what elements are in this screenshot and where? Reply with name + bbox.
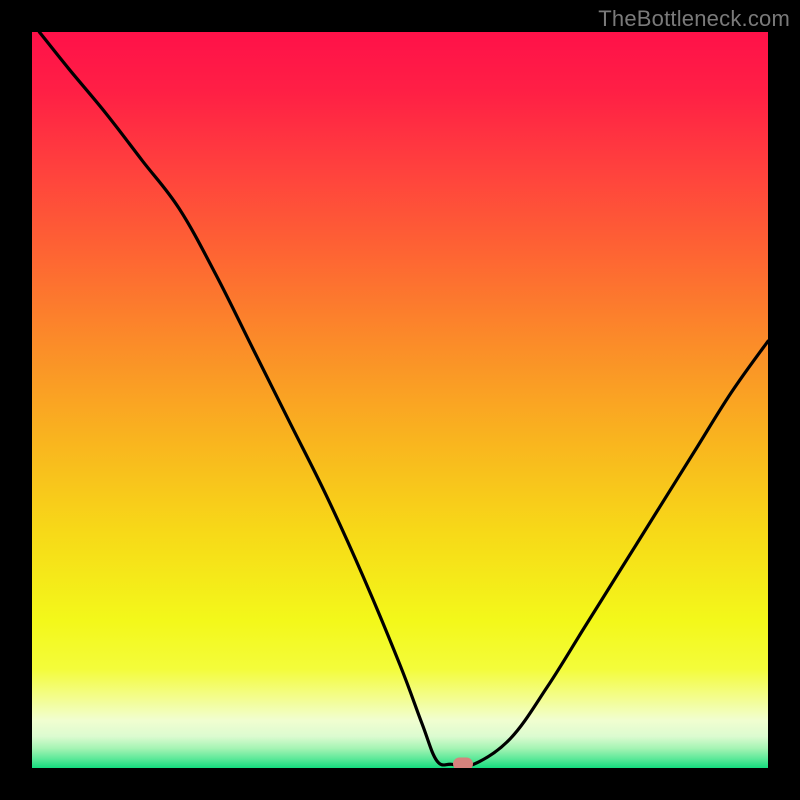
bottleneck-curve xyxy=(32,32,768,768)
optimal-point-marker xyxy=(453,758,473,768)
plot-area xyxy=(32,32,768,768)
watermark-text: TheBottleneck.com xyxy=(598,6,790,32)
chart-frame: TheBottleneck.com xyxy=(0,0,800,800)
